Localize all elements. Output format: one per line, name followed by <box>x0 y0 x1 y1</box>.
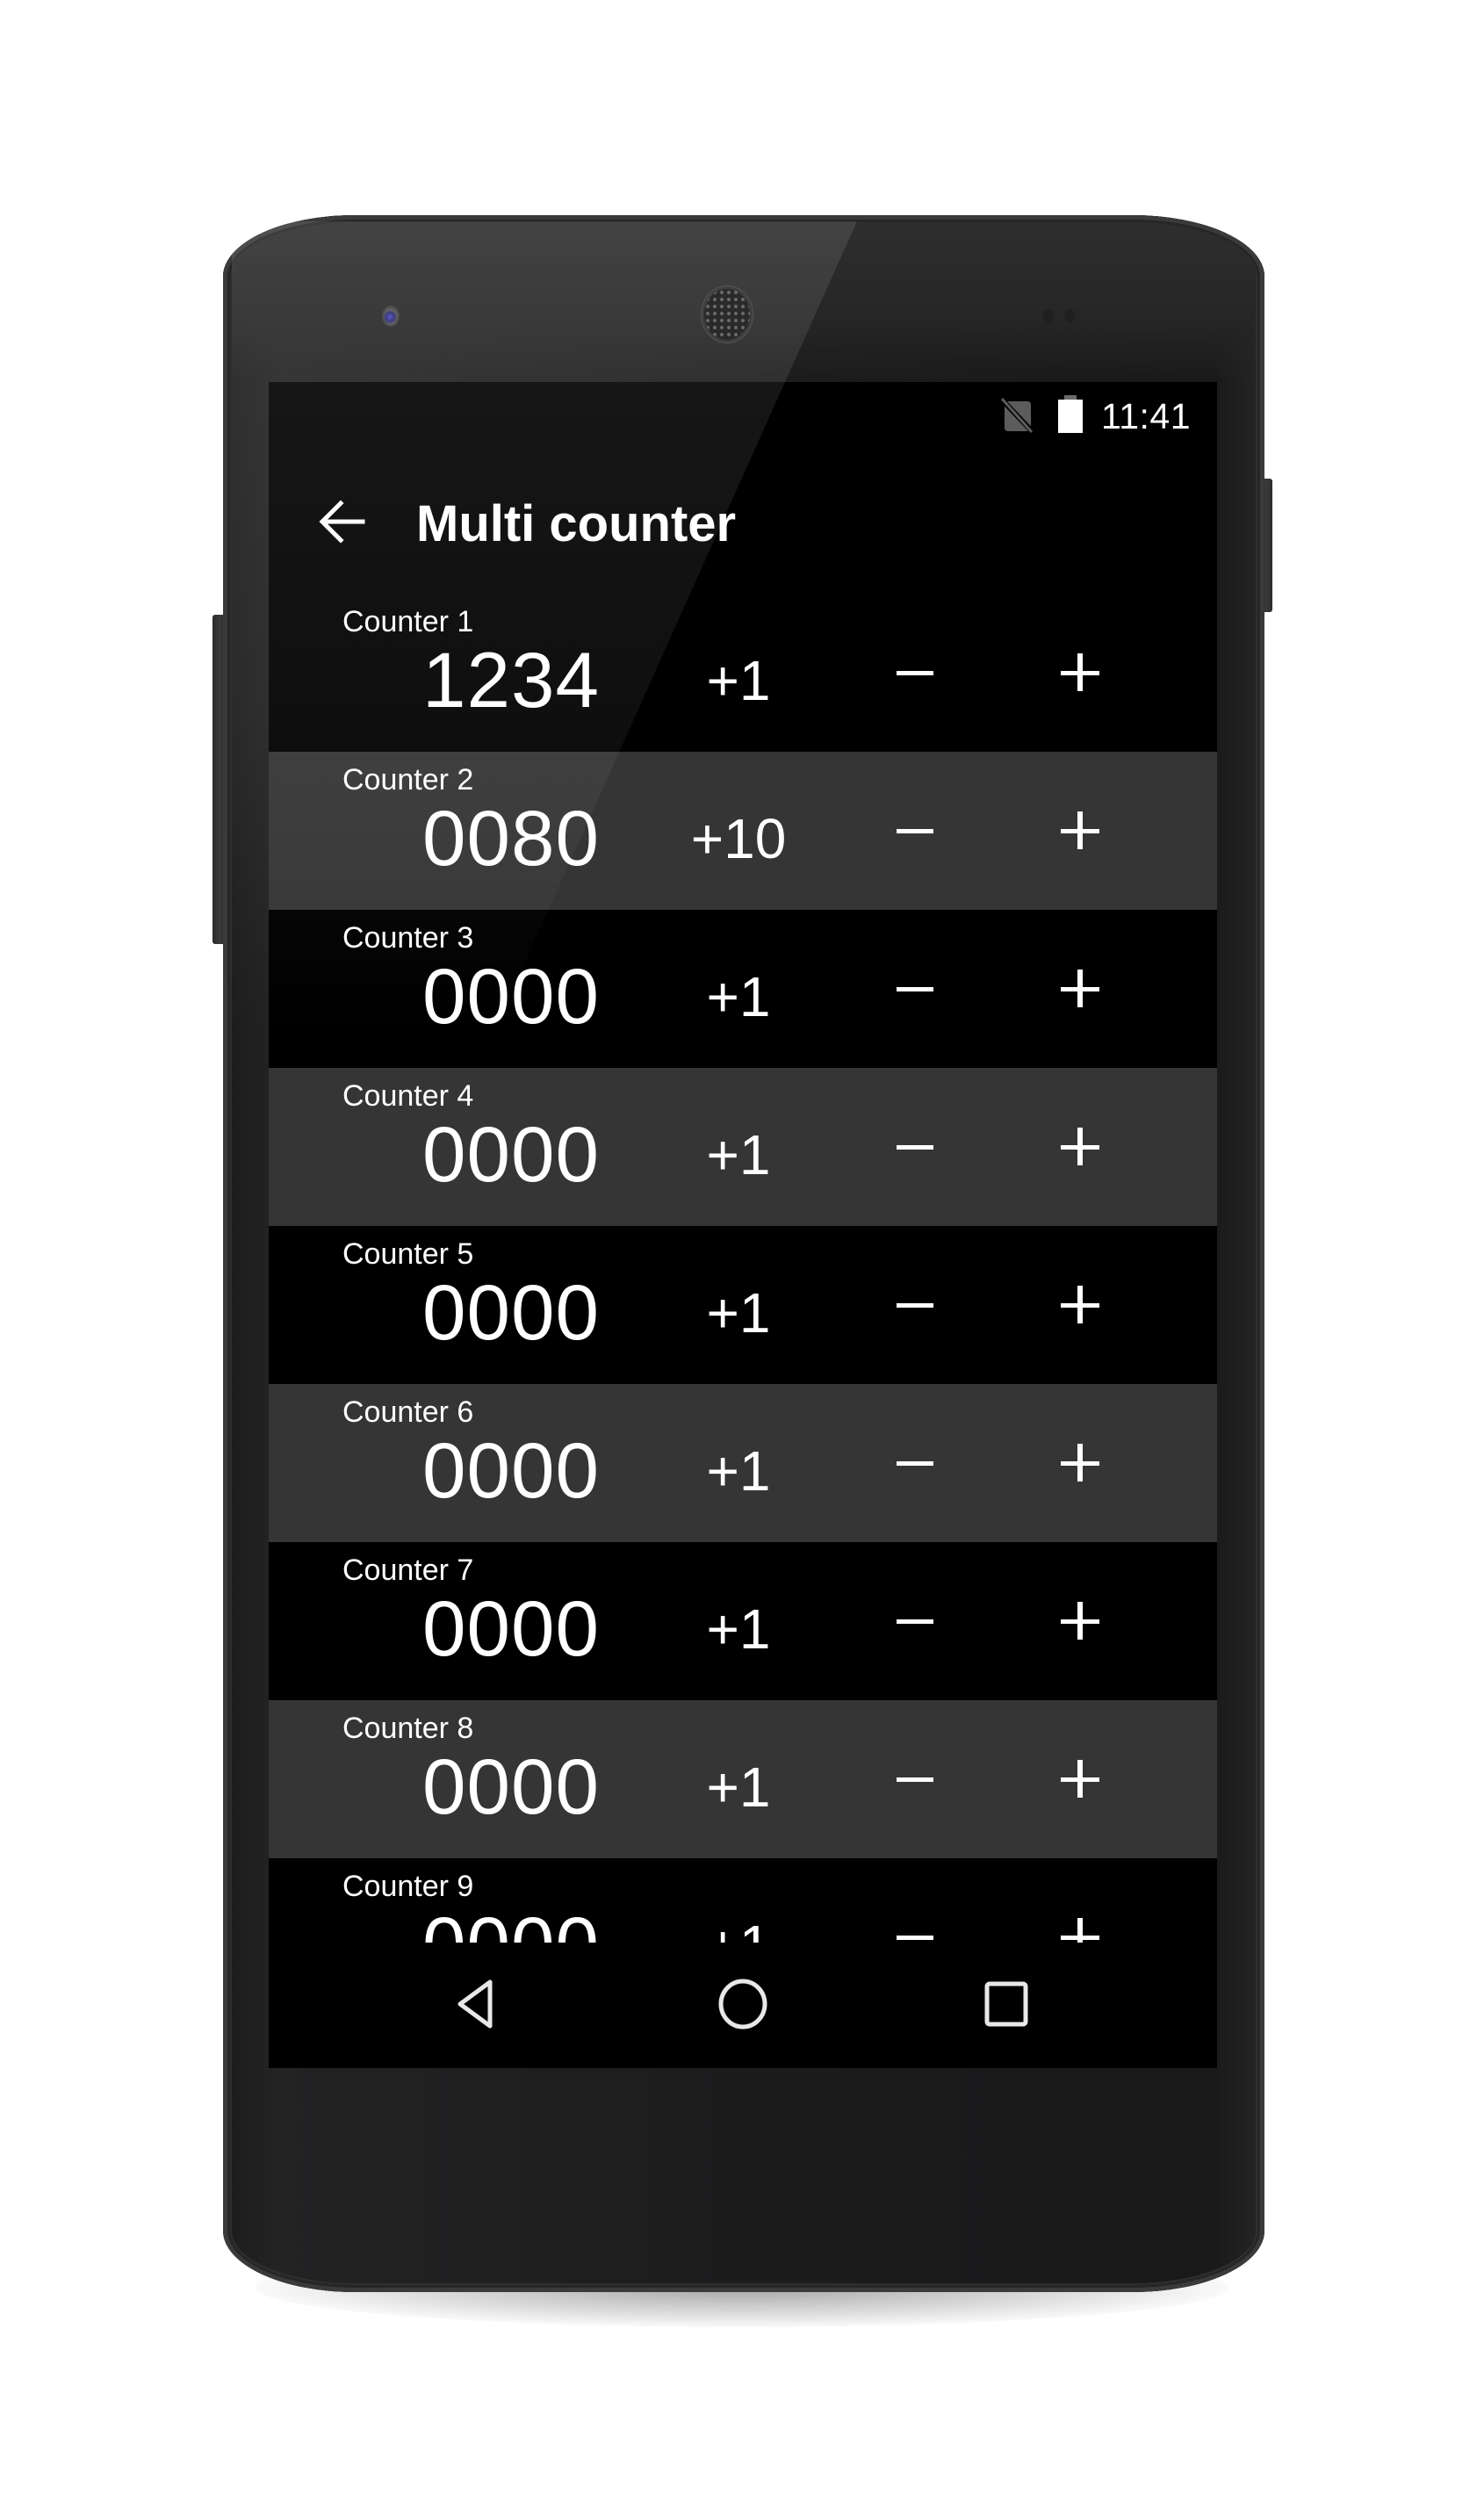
step-button[interactable]: +1 <box>651 1752 826 1822</box>
increment-button[interactable] <box>1036 787 1124 875</box>
step-button[interactable]: +1 <box>651 1910 826 1943</box>
app-toolbar: Multi counter <box>269 448 1217 594</box>
counter-label: Counter 9 <box>342 1870 474 1903</box>
minus-icon <box>897 1936 933 1940</box>
counter-label: Counter 1 <box>342 605 474 638</box>
front-camera-icon <box>384 307 398 325</box>
counter-value: 0000 <box>422 1742 600 1830</box>
decrement-button[interactable] <box>871 1735 959 1823</box>
step-button[interactable]: +1 <box>651 645 826 716</box>
decrement-button[interactable] <box>871 1419 959 1507</box>
increment-button[interactable] <box>1036 1577 1124 1665</box>
increment-button[interactable] <box>1036 1893 1124 1943</box>
counter-value: 0000 <box>422 1268 600 1356</box>
decrement-button[interactable] <box>871 787 959 875</box>
decrement-button[interactable] <box>871 1103 959 1191</box>
counter-row: Counter 4 0000 +1 <box>269 1068 1217 1226</box>
step-button[interactable]: +1 <box>651 962 826 1032</box>
light-sensor <box>1064 309 1075 323</box>
plus-icon-stem <box>1077 1760 1083 1798</box>
minus-icon <box>897 671 933 675</box>
counter-value: 0000 <box>422 1110 600 1198</box>
increment-button[interactable] <box>1036 1419 1124 1507</box>
step-button[interactable]: +1 <box>651 1278 826 1348</box>
increment-button[interactable] <box>1036 1261 1124 1349</box>
no-sim-icon <box>1001 398 1034 433</box>
minus-icon <box>897 1303 933 1308</box>
counter-row: Counter 1 1234 +1 <box>269 594 1217 752</box>
counter-row: Counter 8 0000 +1 <box>269 1700 1217 1858</box>
counter-value: 0000 <box>422 1584 600 1672</box>
counter-row: Counter 90000 +1 <box>269 1858 1217 1943</box>
decrement-button[interactable] <box>871 1893 959 1943</box>
counter-row: Counter 6 0000 +1 <box>269 1384 1217 1542</box>
step-button[interactable]: +1 <box>651 1436 826 1506</box>
back-arrow-icon[interactable] <box>317 497 366 546</box>
counter-label: Counter 6 <box>342 1395 474 1429</box>
nav-home-icon[interactable] <box>717 1978 769 2030</box>
status-bar: 11:41 <box>269 382 1217 448</box>
counter-value: 1234 <box>422 636 600 724</box>
plus-icon-stem <box>1077 653 1083 691</box>
nav-back-icon[interactable] <box>453 1978 506 2030</box>
step-button[interactable]: +1 <box>651 1594 826 1664</box>
counter-row: Counter 7 0000 +1 <box>269 1542 1217 1700</box>
plus-icon-stem <box>1077 1286 1083 1323</box>
plus-icon-stem <box>1077 1602 1083 1640</box>
increment-button[interactable] <box>1036 1103 1124 1191</box>
counter-label: Counter 4 <box>342 1079 474 1113</box>
proximity-sensor <box>1043 309 1054 323</box>
minus-icon <box>897 829 933 833</box>
decrement-button[interactable] <box>871 945 959 1033</box>
plus-icon-stem <box>1077 970 1083 1007</box>
counter-row: Counter 2 0080 +10 <box>269 752 1217 910</box>
phone-screen: 11:41 Multi counter Counter 1 1234 +1 Count… <box>269 382 1217 2068</box>
minus-icon <box>897 1777 933 1782</box>
minus-icon <box>897 1145 933 1150</box>
navigation-bar <box>269 1943 1217 2068</box>
counter-label: Counter 5 <box>342 1237 474 1271</box>
step-button[interactable]: +10 <box>651 804 826 874</box>
counter-row: Counter 3 0000 +1 <box>269 910 1217 1068</box>
plus-icon-stem <box>1077 811 1083 849</box>
counter-row: Counter 5 0000 +1 <box>269 1226 1217 1384</box>
increment-button[interactable] <box>1036 945 1124 1033</box>
increment-button[interactable] <box>1036 629 1124 717</box>
page-title: Multi counter <box>416 495 737 552</box>
counter-label: Counter 8 <box>342 1712 474 1745</box>
plus-icon-stem <box>1077 1444 1083 1482</box>
earpiece-speaker-icon <box>704 289 750 340</box>
decrement-button[interactable] <box>871 1577 959 1665</box>
counter-list: Counter 1 1234 +1 Counter 2 0080 +10 Counter 3… <box>269 594 1217 1943</box>
minus-icon <box>897 1461 933 1466</box>
plus-icon-stem <box>1077 1918 1083 1943</box>
plus-icon-stem <box>1077 1128 1083 1165</box>
decrement-button[interactable] <box>871 1261 959 1349</box>
step-button[interactable]: +1 <box>651 1120 826 1190</box>
minus-icon <box>897 1619 933 1624</box>
decrement-button[interactable] <box>871 629 959 717</box>
minus-icon <box>897 987 933 991</box>
counter-label: Counter 2 <box>342 763 474 797</box>
counter-value: 0080 <box>422 794 600 882</box>
counter-value: 0000 <box>422 1900 600 1943</box>
status-time: 11:41 <box>1100 396 1191 436</box>
nav-recents-icon[interactable] <box>980 1978 1033 2030</box>
counter-label: Counter 3 <box>342 921 474 955</box>
increment-button[interactable] <box>1036 1735 1124 1823</box>
battery-full-icon <box>1058 395 1083 433</box>
counter-label: Counter 7 <box>342 1554 474 1587</box>
counter-value: 0000 <box>422 952 600 1040</box>
counter-value: 0000 <box>422 1426 600 1514</box>
